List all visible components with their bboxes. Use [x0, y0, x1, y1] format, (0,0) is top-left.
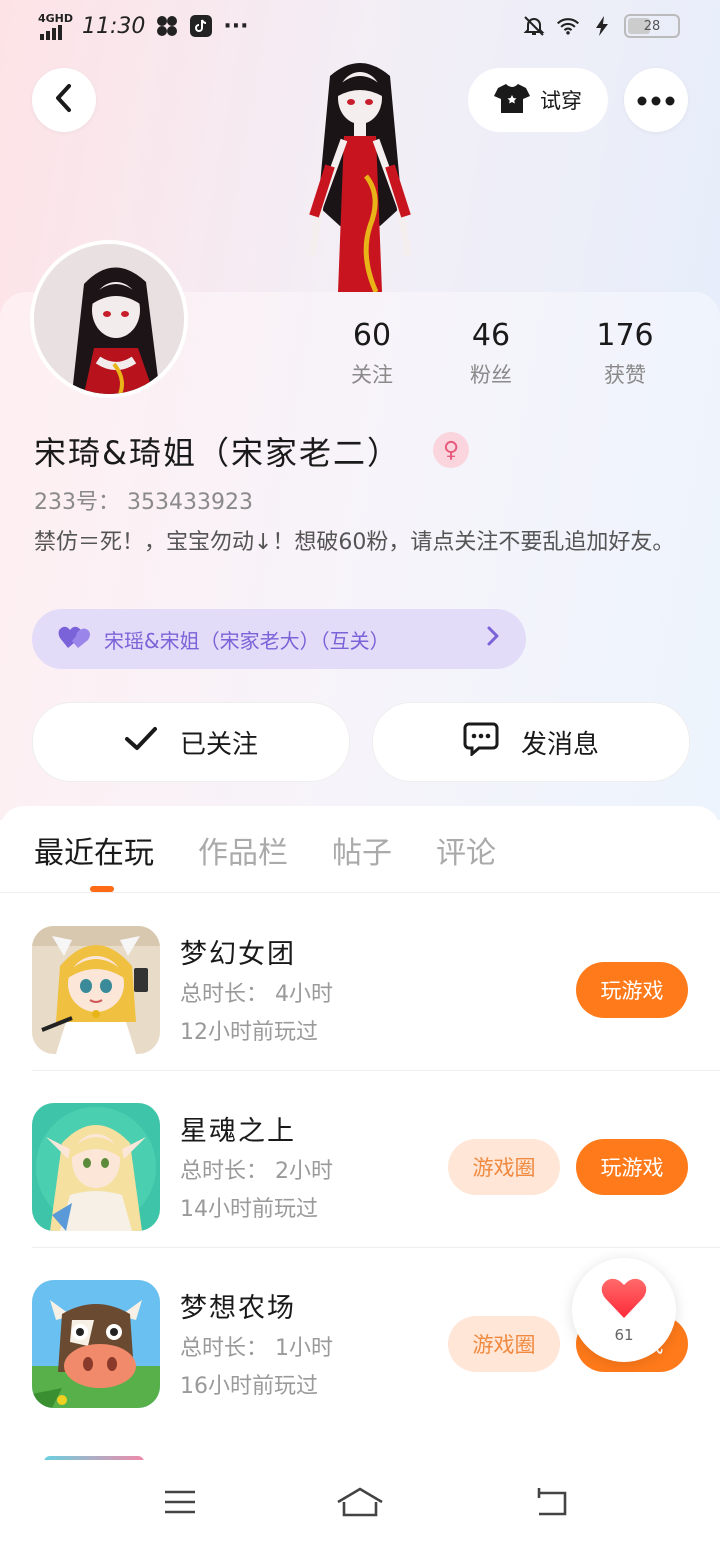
stat-following[interactable]: 60 关注 [320, 318, 424, 389]
mutual-follow-chip[interactable]: 宋瑶&宋姐（宋家老大）（互关） [32, 609, 526, 669]
status-time: 11:30 [82, 13, 146, 39]
try-on-button[interactable]: 试穿 [468, 68, 608, 132]
game-last-played: 16小时前玩过 [180, 1374, 318, 1399]
followed-label: 已关注 [179, 729, 258, 760]
chevron-left-icon [53, 83, 75, 117]
more-horizontal-icon [637, 91, 675, 110]
avatar[interactable] [30, 240, 188, 398]
home-button[interactable] [335, 1484, 385, 1524]
game-duration: 总时长： 1小时 [180, 1336, 333, 1361]
charging-icon [590, 14, 614, 38]
nickname: 宋琦&琦姐（宋家老二） [34, 434, 401, 472]
cellular-signal-icon: 4GHD [38, 12, 73, 40]
list-item[interactable]: 梦幻女团 总时长： 4小时 12小时前玩过 玩游戏 [0, 894, 720, 1071]
system-nav-bar [0, 1460, 720, 1544]
stat-followers[interactable]: 46 粉丝 [424, 318, 558, 389]
chat-bubble-icon [463, 722, 499, 763]
like-count: 61 [614, 1326, 634, 1344]
battery-icon: 28 [624, 14, 680, 38]
send-message-button[interactable]: 发消息 [372, 702, 690, 782]
stat-value: 46 [471, 318, 511, 353]
game-last-played: 14小时前玩过 [180, 1197, 318, 1222]
tab-posts[interactable]: 帖子 [332, 828, 392, 872]
tiktok-icon [189, 14, 213, 38]
double-heart-icon [58, 624, 92, 655]
avatar-3d-figure[interactable] [290, 56, 430, 294]
try-on-label: 试穿 [540, 89, 582, 113]
tab-recently-played[interactable]: 最近在玩 [34, 828, 154, 872]
bio: 禁仿＝死！，宝宝勿动↓！想破60粉，请点关注不要乱追加好友。 [34, 530, 675, 555]
stat-likes[interactable]: 176 获赞 [558, 318, 692, 389]
followed-button[interactable]: 已关注 [32, 702, 350, 782]
game-last-played: 12小时前玩过 [180, 1020, 318, 1045]
game-duration: 总时长： 4小时 [180, 982, 333, 1007]
game-icon[interactable] [32, 1103, 160, 1231]
return-icon [531, 1487, 569, 1521]
tab-comments[interactable]: 评论 [436, 828, 496, 872]
play-game-button[interactable]: 玩游戏 [576, 1139, 688, 1195]
play-game-button[interactable]: 玩游戏 [576, 962, 688, 1018]
bell-muted-icon [522, 14, 546, 38]
menu-icon [163, 1489, 197, 1519]
home-icon [336, 1486, 384, 1522]
more-notifications-icon: ··· [223, 13, 249, 39]
send-message-label: 发消息 [520, 729, 599, 760]
user-id[interactable]: 233号： 353433923 [34, 484, 253, 516]
stat-label: 粉丝 [470, 363, 512, 387]
game-circle-button[interactable]: 游戏圈 [448, 1316, 560, 1372]
recent-apps-button[interactable] [155, 1484, 205, 1524]
stat-label: 关注 [351, 363, 393, 387]
back-nav-button[interactable] [525, 1484, 575, 1524]
more-options-button[interactable] [624, 68, 688, 132]
list-item[interactable]: 星魂之上 总时长： 2小时 14小时前玩过 游戏圈 玩游戏 [0, 1071, 720, 1248]
game-circle-button[interactable]: 游戏圈 [448, 1139, 560, 1195]
profile-tabs: 最近在玩 作品栏 帖子 评论 [34, 828, 496, 872]
back-button[interactable] [32, 68, 96, 132]
wifi-icon [556, 14, 580, 38]
female-gender-icon: ♀ [433, 432, 469, 468]
game-title: 梦幻女团 [180, 939, 296, 970]
game-icon[interactable] [32, 926, 160, 1054]
game-icon[interactable] [32, 1280, 160, 1408]
app-notification-icon [155, 14, 179, 38]
mutual-follow-label: 宋瑶&宋姐（宋家老大）（互关） [104, 628, 390, 653]
tshirt-icon [494, 82, 530, 119]
stat-value: 60 [352, 318, 392, 353]
stat-label: 获赞 [604, 363, 646, 387]
game-duration: 总时长： 2小时 [180, 1159, 333, 1184]
like-floating-button[interactable]: 61 [572, 1258, 676, 1362]
stat-value: 176 [596, 318, 654, 353]
chevron-right-icon [486, 625, 500, 652]
divider [0, 892, 720, 893]
profile-stats: 60 关注 46 粉丝 176 获赞 [320, 318, 700, 389]
status-bar: 4GHD 11:30 ··· 28 [0, 0, 720, 56]
check-icon [124, 726, 158, 759]
heart-icon [600, 1276, 648, 1324]
tab-works[interactable]: 作品栏 [198, 828, 288, 872]
game-title: 梦想农场 [180, 1293, 296, 1324]
game-title: 星魂之上 [180, 1116, 296, 1147]
